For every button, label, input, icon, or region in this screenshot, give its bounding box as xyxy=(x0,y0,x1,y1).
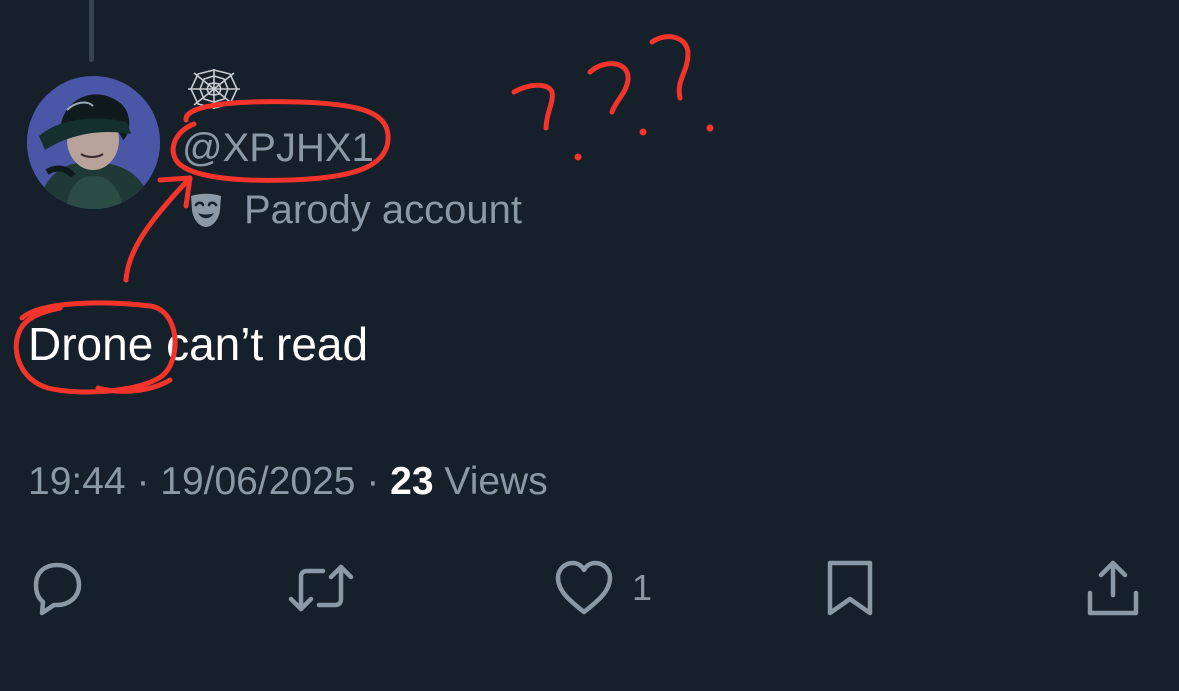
heart-icon xyxy=(555,560,613,615)
word-circle-underline-annotation xyxy=(95,377,173,394)
share-icon xyxy=(1087,560,1139,616)
avatar[interactable] xyxy=(27,76,160,209)
question-mark-2-annotation xyxy=(587,61,631,115)
like-button[interactable]: 1 xyxy=(552,554,652,622)
like-count: 1 xyxy=(632,567,653,608)
question-dot-1-annotation xyxy=(574,153,582,161)
question-dot-2-annotation xyxy=(639,128,647,136)
parody-account-label: Parody account xyxy=(186,184,522,236)
parody-account-text: Parody account xyxy=(244,187,522,232)
reply-icon xyxy=(33,562,82,616)
tweet-text: Drone can’t read xyxy=(28,316,368,372)
tweet-time[interactable]: 19:44 xyxy=(28,460,126,503)
tweet-meta: 19:44 · 19/06/2025 · 23 Views xyxy=(28,458,548,506)
reply-button[interactable] xyxy=(26,554,88,622)
tweet-text-rest: can’t read xyxy=(153,318,369,370)
retweet-button[interactable] xyxy=(286,554,356,622)
theater-mask-icon xyxy=(191,193,221,227)
meta-separator: · xyxy=(355,460,391,503)
question-mark-1-annotation xyxy=(511,82,555,131)
tweet-text-highlighted-word: Drone xyxy=(28,318,154,370)
spider-web-icon xyxy=(188,69,240,109)
thread-connector-line xyxy=(89,0,94,62)
tweet-date[interactable]: 19/06/2025 xyxy=(160,460,355,503)
views-count: 23 xyxy=(390,460,434,503)
action-bar: 1 xyxy=(0,548,1179,628)
retweet-icon xyxy=(288,564,354,612)
bookmark-icon xyxy=(827,560,873,616)
meta-separator: · xyxy=(125,460,161,503)
author-handle[interactable]: @XPJHX1 xyxy=(182,124,374,172)
question-mark-3-annotation xyxy=(649,34,691,101)
share-button[interactable] xyxy=(1082,554,1144,622)
question-dot-3-annotation xyxy=(706,124,714,132)
avatar-icon xyxy=(27,76,160,209)
views-label: Views xyxy=(433,460,548,503)
bookmark-button[interactable] xyxy=(822,554,878,622)
